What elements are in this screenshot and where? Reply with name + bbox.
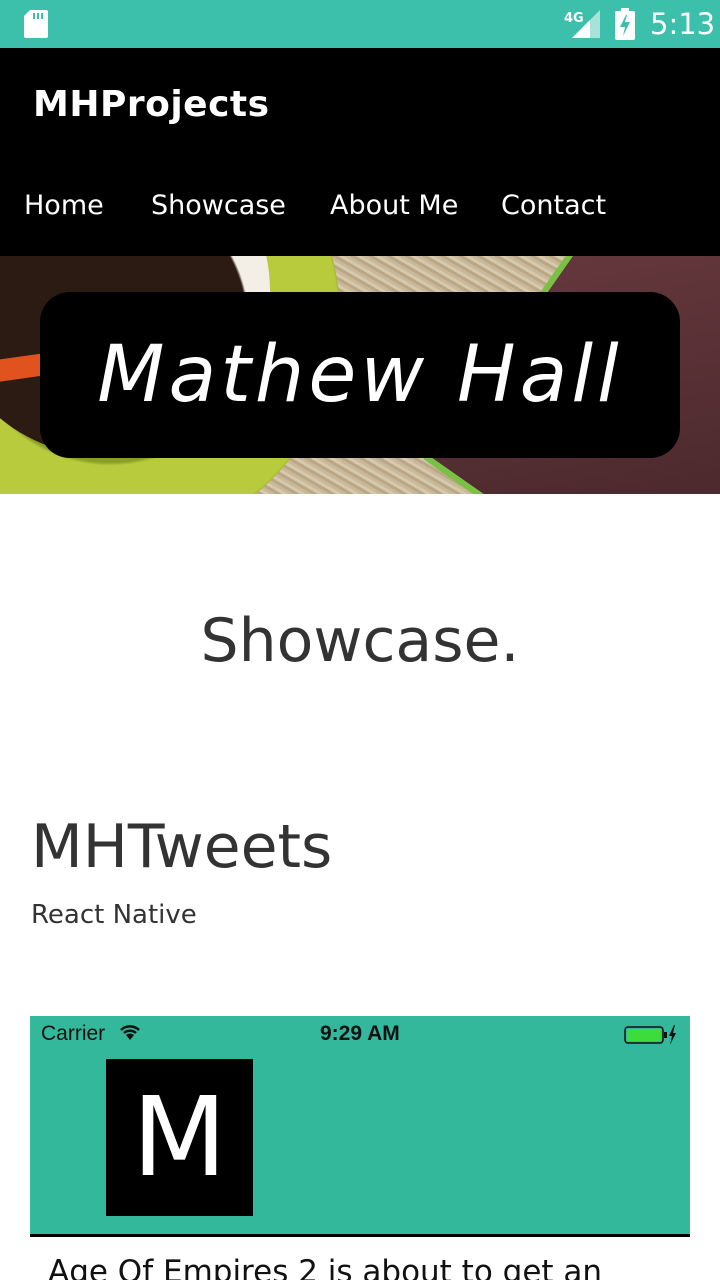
status-bar: 4G 5:13 xyxy=(0,0,720,48)
status-clock: 5:13 xyxy=(650,7,716,41)
cell-signal-icon: 4G xyxy=(564,10,600,38)
screenshot-header: Carrier 9:29 AM M xyxy=(30,1016,690,1237)
project-tech: React Native xyxy=(31,900,197,930)
battery-charging-icon xyxy=(615,8,635,40)
hero-name: Mathew Hall xyxy=(97,330,623,420)
app-logo-letter: M xyxy=(132,1073,227,1201)
main-nav: Home Showcase About Me Contact xyxy=(0,188,720,228)
app-bar: MHProjects Home Showcase About Me Contac… xyxy=(0,48,720,256)
nav-showcase[interactable]: Showcase xyxy=(151,188,286,224)
hero-banner: Mathew Hall xyxy=(0,256,720,494)
hero-name-box: Mathew Hall xyxy=(40,292,680,458)
network-type: 4G xyxy=(564,11,584,26)
app-logo: M xyxy=(106,1059,253,1216)
brand-title[interactable]: MHProjects xyxy=(33,84,270,125)
screenshot-time: 9:29 AM xyxy=(320,1022,400,1045)
battery-icon xyxy=(624,1025,676,1045)
sd-card-icon xyxy=(24,10,48,38)
nav-about-me[interactable]: About Me xyxy=(330,188,458,224)
nav-contact[interactable]: Contact xyxy=(501,188,606,224)
nav-home[interactable]: Home xyxy=(24,188,104,224)
screenshot-tweet-text: Age Of Empires 2 is about to get an xyxy=(48,1254,603,1280)
section-title: Showcase. xyxy=(200,606,520,676)
project-title: MHTweets xyxy=(31,812,333,882)
wifi-icon xyxy=(120,1025,140,1040)
screenshot-carrier: Carrier xyxy=(41,1022,106,1045)
project-screenshot: Carrier 9:29 AM M Age Of Empires 2 is ab… xyxy=(30,1016,690,1280)
